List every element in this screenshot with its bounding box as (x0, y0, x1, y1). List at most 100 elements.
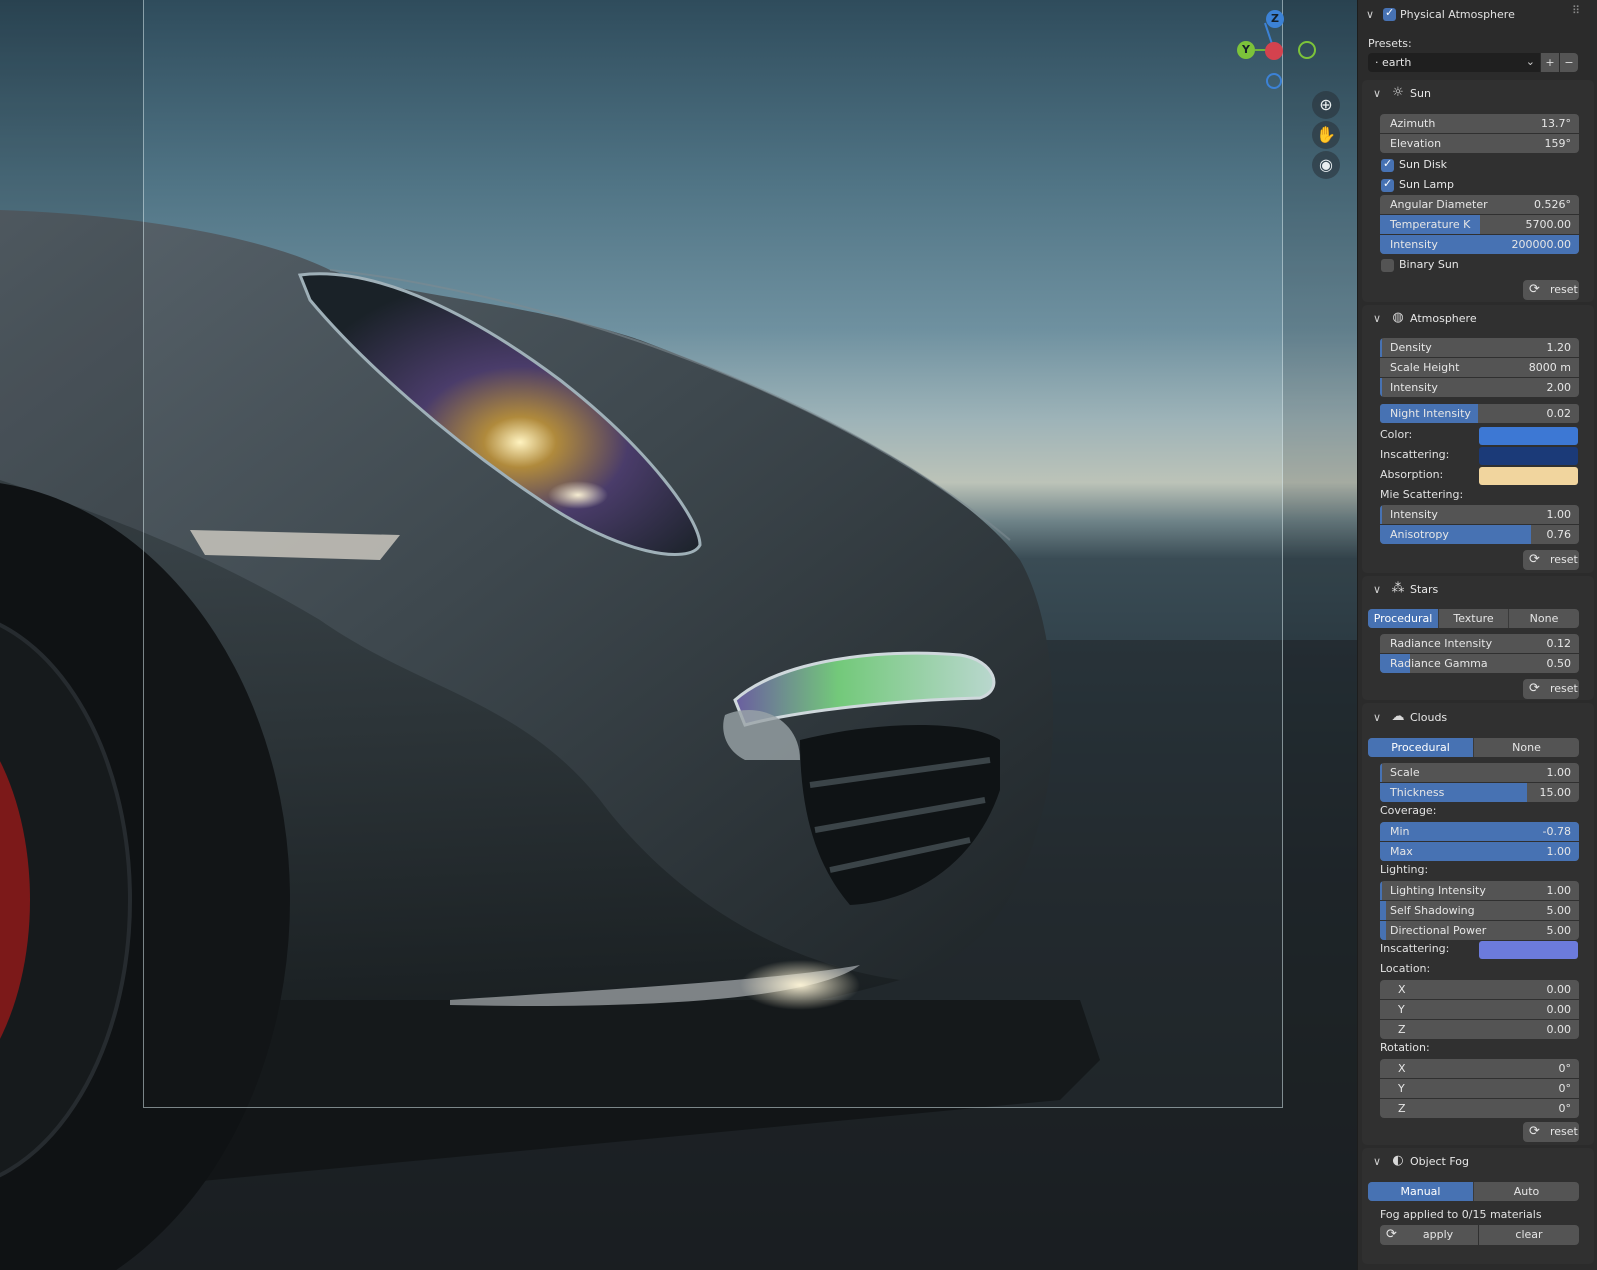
location-x-field[interactable]: X 0.00 (1380, 980, 1579, 999)
clouds-reset-label: reset (1550, 1125, 1578, 1138)
pan-hand-icon[interactable]: ✋ (1312, 121, 1340, 149)
rotation-y-field[interactable]: Y 0° (1380, 1079, 1579, 1098)
fog-apply-button[interactable]: ⟳ apply (1380, 1225, 1478, 1245)
remove-preset-button[interactable]: − (1560, 53, 1578, 72)
clouds-reset-button[interactable]: ⟳ reset (1523, 1122, 1579, 1142)
anisotropy-field[interactable]: Anisotropy 0.76 (1380, 525, 1579, 544)
coverage-min-field[interactable]: Min -0.78 (1380, 822, 1579, 841)
temperature-field[interactable]: Temperature K 5700.00 (1380, 215, 1579, 234)
atmo-intensity-value: 2.00 (1546, 381, 1572, 394)
stars-tab-texture[interactable]: Texture (1439, 609, 1509, 628)
gizmo-x-axis[interactable] (1265, 42, 1283, 60)
thickness-field[interactable]: Thickness 15.00 (1380, 783, 1579, 802)
sun-disk-label: Sun Disk (1399, 158, 1448, 171)
sun-lamp-label: Sun Lamp (1399, 178, 1454, 191)
gizmo-neg-y[interactable] (1298, 41, 1316, 59)
angular-diameter-value: 0.526° (1534, 198, 1571, 211)
night-intensity-field[interactable]: Night Intensity 0.02 (1380, 404, 1579, 423)
globe-icon: ◍ (1392, 310, 1404, 325)
reset-icon: ⟳ (1529, 282, 1540, 297)
stars-header[interactable]: ∨ ⁂ Stars (1368, 578, 1590, 604)
rotation-z-field[interactable]: Z 0° (1380, 1099, 1579, 1118)
atmosphere-reset-button[interactable]: ⟳ reset (1523, 550, 1579, 570)
fog-clear-button[interactable]: clear (1479, 1225, 1579, 1245)
rotation-y-label: Y (1398, 1082, 1405, 1095)
stars-icon: ⁂ (1391, 581, 1405, 596)
sun-reset-button[interactable]: ⟳ reset (1523, 280, 1579, 300)
physical-atmosphere-checkbox[interactable] (1383, 6, 1396, 21)
binary-sun-label: Binary Sun (1399, 258, 1459, 271)
cloud-inscattering-swatch[interactable] (1479, 941, 1578, 959)
sun-lamp-checkbox[interactable] (1381, 177, 1394, 192)
inscattering-label: Inscattering: (1380, 448, 1450, 461)
inscattering-swatch[interactable] (1479, 447, 1578, 465)
absorption-swatch[interactable] (1479, 467, 1578, 485)
directional-power-label: Directional Power (1390, 924, 1487, 937)
stars-mode-tabs: Procedural Texture None (1368, 609, 1579, 628)
rotation-x-field[interactable]: X 0° (1380, 1059, 1579, 1078)
camera-view-icon[interactable]: ◉ (1312, 151, 1340, 179)
clouds-mode-tabs: Procedural None (1368, 738, 1579, 757)
sun-intensity-field[interactable]: Intensity 200000.00 (1380, 235, 1579, 254)
mie-intensity-fill (1380, 505, 1382, 524)
location-y-field[interactable]: Y 0.00 (1380, 1000, 1579, 1019)
chevron-down-icon: ∨ (1373, 312, 1382, 325)
radiance-intensity-field[interactable]: Radiance Intensity 0.12 (1380, 634, 1579, 653)
binary-sun-checkbox[interactable] (1381, 259, 1394, 272)
elevation-field[interactable]: Elevation 159° (1380, 134, 1579, 153)
stars-tab-procedural[interactable]: Procedural (1368, 609, 1439, 628)
gizmo-y-axis[interactable]: Y (1237, 41, 1255, 59)
lighting-intensity-field[interactable]: Lighting Intensity 1.00 (1380, 881, 1579, 900)
scale-height-field[interactable]: Scale Height 8000 m (1380, 358, 1579, 377)
clouds-header[interactable]: ∨ ☁ Clouds (1368, 706, 1590, 732)
fog-tab-manual[interactable]: Manual (1368, 1182, 1474, 1201)
clouds-header-label: Clouds (1410, 711, 1448, 724)
gizmo-z-axis[interactable]: Z (1266, 10, 1284, 28)
stars-reset-button[interactable]: ⟳ reset (1523, 679, 1579, 699)
add-preset-button[interactable]: + (1541, 53, 1559, 72)
location-x-label: X (1398, 983, 1406, 996)
cloud-scale-field[interactable]: Scale 1.00 (1380, 763, 1579, 782)
chevron-down-icon: ∨ (1373, 711, 1382, 724)
3d-viewport[interactable]: Z Y ⊕ ✋ ◉ (0, 0, 1357, 1270)
absorption-label: Absorption: (1380, 468, 1444, 481)
atmosphere-header[interactable]: ∨ ◍ Atmosphere (1368, 307, 1590, 333)
lighting-intensity-label: Lighting Intensity (1390, 884, 1486, 897)
sun-disk-checkbox[interactable] (1381, 157, 1394, 172)
navigation-gizmo[interactable]: Z Y (1237, 6, 1345, 96)
mie-intensity-field[interactable]: Intensity 1.00 (1380, 505, 1579, 524)
angular-diameter-field[interactable]: Angular Diameter 0.526° (1380, 195, 1579, 214)
zoom-icon[interactable]: ⊕ (1312, 91, 1340, 119)
preset-dropdown[interactable]: · earth ⌄ (1368, 53, 1540, 72)
coverage-max-field[interactable]: Max 1.00 (1380, 842, 1579, 861)
gizmo-neg-z[interactable] (1266, 73, 1282, 89)
drag-handle-icon[interactable]: ⠿ (1572, 4, 1580, 17)
stars-tab-none[interactable]: None (1509, 609, 1579, 628)
color-swatch[interactable] (1479, 427, 1578, 445)
radiance-gamma-value: 0.50 (1546, 657, 1572, 670)
fog-tab-auto[interactable]: Auto (1474, 1182, 1579, 1201)
atmo-intensity-field[interactable]: Intensity 2.00 (1380, 378, 1579, 397)
reset-icon: ⟳ (1529, 681, 1540, 696)
clouds-tab-none[interactable]: None (1474, 738, 1579, 757)
density-field[interactable]: Density 1.20 (1380, 338, 1579, 357)
fog-status-text: Fog applied to 0/15 materials (1380, 1208, 1542, 1221)
rotation-y-value: 0° (1558, 1082, 1572, 1095)
clouds-tab-procedural[interactable]: Procedural (1368, 738, 1474, 757)
self-shadowing-fill (1380, 901, 1386, 920)
fog-sphere-icon: ◐ (1392, 1153, 1404, 1168)
self-shadowing-field[interactable]: Self Shadowing 5.00 (1380, 901, 1579, 920)
fog-apply-label: apply (1422, 1228, 1454, 1241)
object-fog-header[interactable]: ∨ ◐ Object Fog (1368, 1150, 1590, 1176)
radiance-gamma-field[interactable]: Radiance Gamma 0.50 (1380, 654, 1579, 673)
azimuth-field[interactable]: Azimuth 13.7° (1380, 114, 1579, 133)
panel-collapse-chevron-icon[interactable]: ∨ (1366, 8, 1374, 21)
camera-passepartout-left (0, 0, 143, 1270)
location-z-field[interactable]: Z 0.00 (1380, 1020, 1579, 1039)
atmosphere-reset-label: reset (1550, 553, 1578, 566)
sun-header[interactable]: ∨ ☼ Sun (1368, 82, 1590, 108)
rotation-z-value: 0° (1558, 1102, 1572, 1115)
sun-reset-label: reset (1550, 283, 1578, 296)
mie-intensity-value: 1.00 (1546, 508, 1572, 521)
directional-power-field[interactable]: Directional Power 5.00 (1380, 921, 1579, 940)
